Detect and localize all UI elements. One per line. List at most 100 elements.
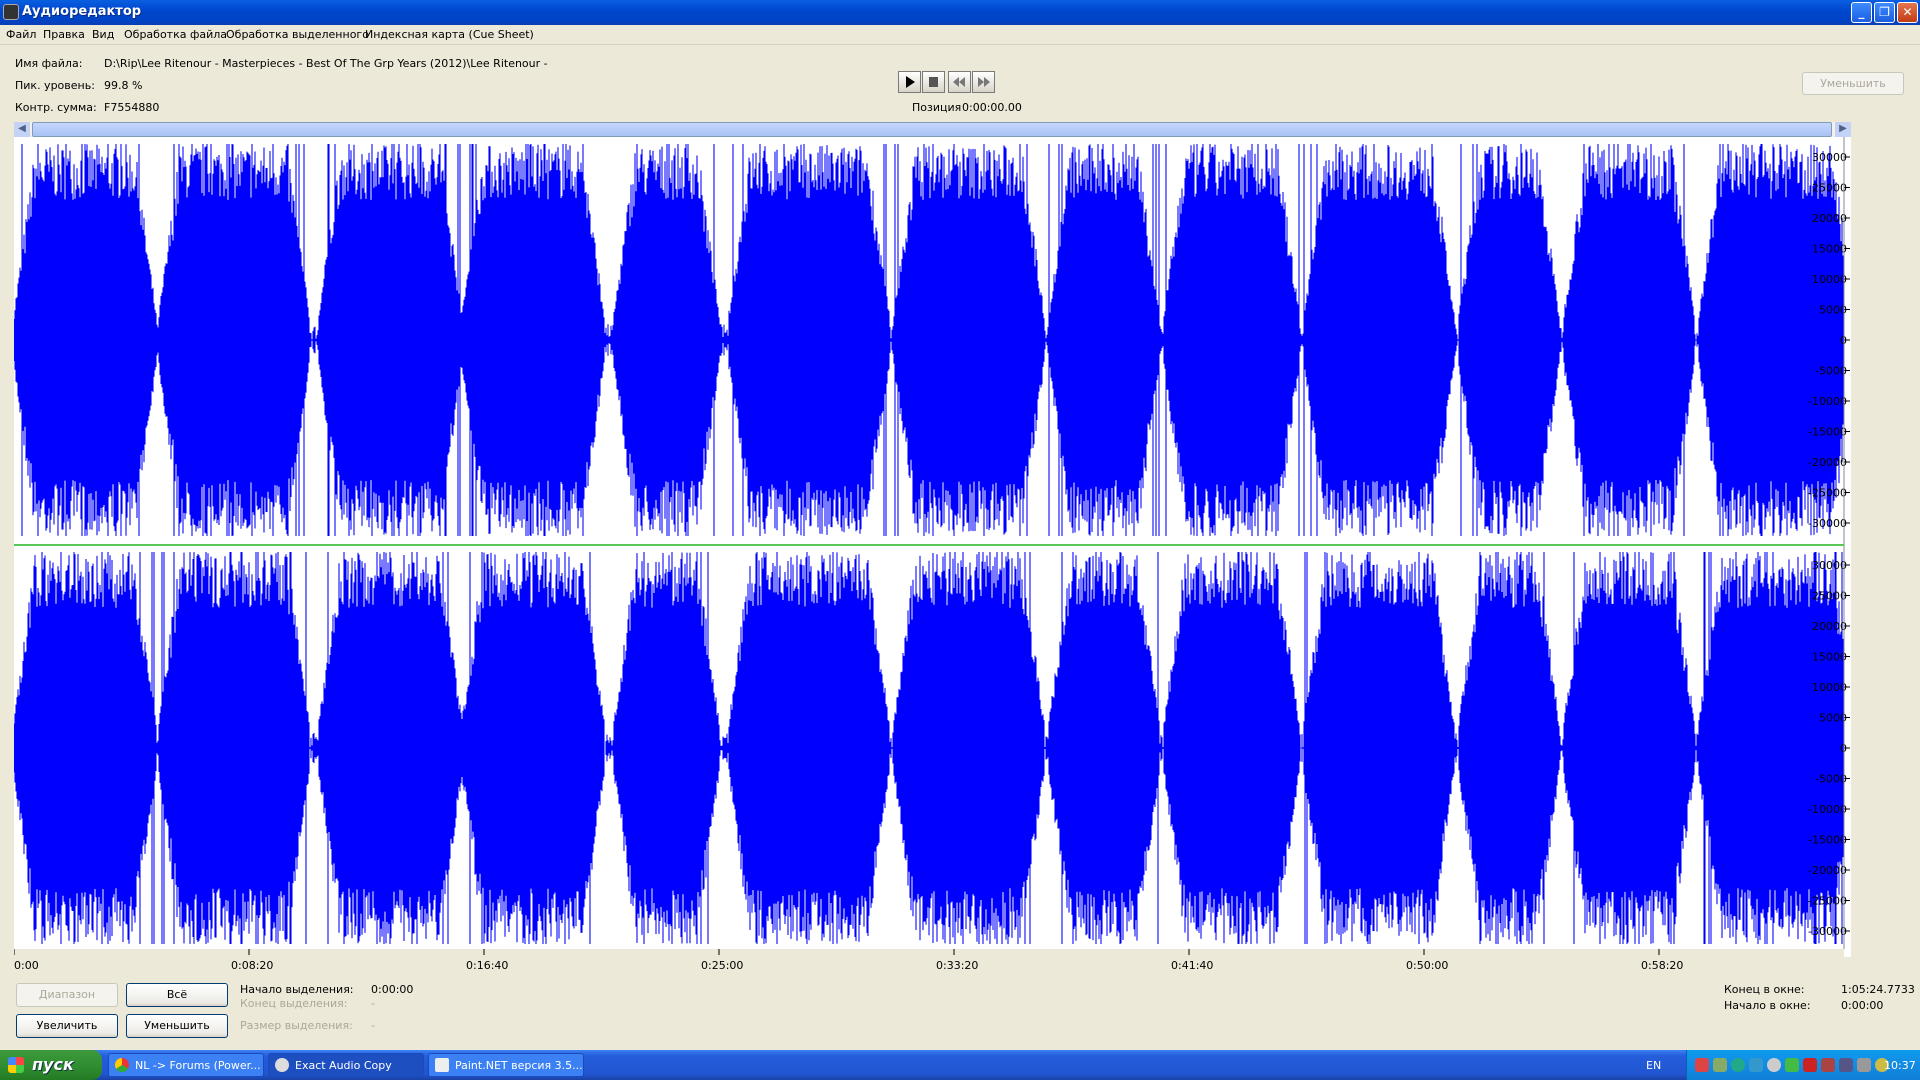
- amplitude-tick-label: 5000: [1819, 712, 1847, 725]
- minimize-button[interactable]: _: [1851, 2, 1872, 23]
- range-button[interactable]: Диапазон: [16, 983, 118, 1007]
- paint-net-icon: [435, 1058, 449, 1072]
- system-tray: 10:37: [1686, 1050, 1920, 1080]
- tray-app-icon[interactable]: [1785, 1058, 1799, 1072]
- start-label: пуск: [32, 1055, 74, 1074]
- tray-app-icon[interactable]: [1695, 1058, 1709, 1072]
- peak-level-value: 99.8 %: [104, 79, 143, 92]
- selection-end-value: -: [371, 997, 375, 1010]
- time-tick-label: 0:41:40: [1171, 959, 1214, 972]
- time-tick-label: 0:25:00: [701, 959, 744, 972]
- time-tick-label: 0:08:20: [231, 959, 274, 972]
- position-value: 0:00:00.00: [962, 101, 1022, 114]
- title-bar: Аудиоредактор _ ❐ ✕: [0, 0, 1920, 25]
- tray-app-icon[interactable]: [1839, 1058, 1853, 1072]
- selection-end-label: Конец выделения:: [240, 997, 348, 1010]
- amplitude-tick-label: -10000: [1808, 803, 1847, 816]
- menu-bar: Файл Правка Вид Обработка файла Обработк…: [0, 25, 1920, 45]
- selection-size-value: -: [371, 1019, 375, 1032]
- language-indicator[interactable]: EN: [1646, 1059, 1661, 1072]
- amplitude-tick-label: -15000: [1808, 834, 1847, 847]
- amplitude-tick-label: -20000: [1808, 864, 1847, 877]
- time-tick-label: 0:58:20: [1641, 959, 1684, 972]
- time-tick-label: 0:50:00: [1406, 959, 1449, 972]
- time-ruler: [14, 949, 1844, 957]
- fast-forward-button[interactable]: [972, 71, 995, 93]
- filename-label: Имя файла:: [15, 57, 83, 70]
- amplitude-tick-label: -15000: [1808, 426, 1847, 439]
- windows-logo-icon: [8, 1057, 24, 1073]
- amplitude-tick-label: 15000: [1812, 651, 1847, 664]
- tray-network-icon[interactable]: [1731, 1058, 1745, 1072]
- checksum-label: Контр. сумма:: [15, 101, 97, 114]
- window-start-label: Начало в окне:: [1724, 999, 1811, 1012]
- menu-file[interactable]: Файл: [6, 28, 36, 41]
- tray-app-icon[interactable]: [1713, 1058, 1727, 1072]
- menu-view[interactable]: Вид: [92, 28, 114, 41]
- time-tick-label: 0:16:40: [466, 959, 509, 972]
- amplitude-tick-label: 20000: [1812, 212, 1847, 225]
- amplitude-tick-label: -5000: [1815, 365, 1847, 378]
- amplitude-tick-label: 10000: [1812, 273, 1847, 286]
- play-button[interactable]: [898, 71, 921, 93]
- taskbar: пуск NL -> Forums (Power... Exact Audio …: [0, 1050, 1920, 1080]
- amplitude-tick-label: 25000: [1812, 590, 1847, 603]
- task-forums-label: NL -> Forums (Power...: [135, 1059, 261, 1072]
- scroll-right-icon[interactable]: ▶: [1835, 122, 1851, 137]
- tray-app-icon[interactable]: [1749, 1058, 1763, 1072]
- zoom-in-button[interactable]: Увеличить: [16, 1014, 118, 1038]
- menu-cue-sheet[interactable]: Индексная карта (Cue Sheet): [365, 28, 534, 41]
- amplitude-tick-label: -30000: [1808, 517, 1847, 530]
- menu-selection-processing[interactable]: Обработка выделенного: [226, 28, 369, 41]
- time-tick-label: 0:33:20: [936, 959, 979, 972]
- task-paint-net[interactable]: Paint.NET версия 3.5...: [428, 1053, 584, 1077]
- filename-value: D:\Rip\Lee Ritenour - Masterpieces - Bes…: [104, 57, 548, 70]
- close-button[interactable]: ✕: [1897, 2, 1918, 23]
- rewind-icon: [953, 77, 965, 87]
- restore-button[interactable]: ❐: [1874, 2, 1895, 23]
- window-end-label: Конец в окне:: [1724, 983, 1805, 996]
- amplitude-tick-label: 10000: [1812, 681, 1847, 694]
- select-all-button[interactable]: Всё: [126, 983, 228, 1007]
- selection-size-label: Размер выделения:: [240, 1019, 353, 1032]
- menu-file-processing[interactable]: Обработка файла: [124, 28, 227, 41]
- play-icon: [906, 76, 915, 88]
- amplitude-tick-label: -30000: [1808, 925, 1847, 938]
- tray-app-icon[interactable]: [1767, 1058, 1781, 1072]
- amplitude-tick-label: -25000: [1808, 487, 1847, 500]
- peak-level-label: Пик. уровень:: [15, 79, 95, 92]
- zoom-out-top-button[interactable]: Уменьшить: [1802, 72, 1904, 95]
- tray-app-icon[interactable]: [1821, 1058, 1835, 1072]
- amplitude-tick-label: 5000: [1819, 304, 1847, 317]
- amplitude-tick-label: 25000: [1812, 182, 1847, 195]
- horizontal-scrollbar[interactable]: ◀ ▶: [14, 122, 1851, 137]
- waveform-view[interactable]: 300002500020000150001000050000-5000-1000…: [13, 137, 1851, 957]
- fast-forward-icon: [978, 77, 990, 87]
- amplitude-tick-label: 30000: [1812, 151, 1847, 164]
- task-forums[interactable]: NL -> Forums (Power...: [108, 1053, 264, 1077]
- amplitude-tick-label: 15000: [1812, 243, 1847, 256]
- stop-icon: [929, 77, 938, 87]
- chrome-icon: [115, 1058, 129, 1072]
- start-button[interactable]: пуск: [0, 1050, 102, 1080]
- scroll-left-icon[interactable]: ◀: [14, 122, 30, 137]
- stop-button[interactable]: [922, 71, 945, 93]
- amplitude-tick-label: -5000: [1815, 773, 1847, 786]
- rewind-button[interactable]: [948, 71, 971, 93]
- zoom-out-button[interactable]: Уменьшить: [126, 1014, 228, 1038]
- amplitude-tick-label: -25000: [1808, 895, 1847, 908]
- tray-volume-icon[interactable]: [1857, 1058, 1871, 1072]
- scroll-thumb[interactable]: [32, 122, 1832, 137]
- amplitude-tick-label: -10000: [1808, 395, 1847, 408]
- amplitude-tick-label: 20000: [1812, 620, 1847, 633]
- app-icon: [3, 4, 19, 20]
- waveform-canvas[interactable]: 300002500020000150001000050000-5000-1000…: [13, 137, 1851, 957]
- menu-edit[interactable]: Правка: [43, 28, 85, 41]
- position-label: Позиция: [912, 101, 962, 114]
- task-paint-net-label: Paint.NET версия 3.5...: [455, 1059, 583, 1072]
- selection-start-value: 0:00:00: [371, 983, 414, 996]
- clock: 10:37: [1884, 1059, 1916, 1072]
- time-tick-label: 0:00: [14, 959, 39, 972]
- tray-keyboard-icon[interactable]: [1803, 1058, 1817, 1072]
- task-exact-audio-copy[interactable]: Exact Audio Copy: [268, 1053, 424, 1077]
